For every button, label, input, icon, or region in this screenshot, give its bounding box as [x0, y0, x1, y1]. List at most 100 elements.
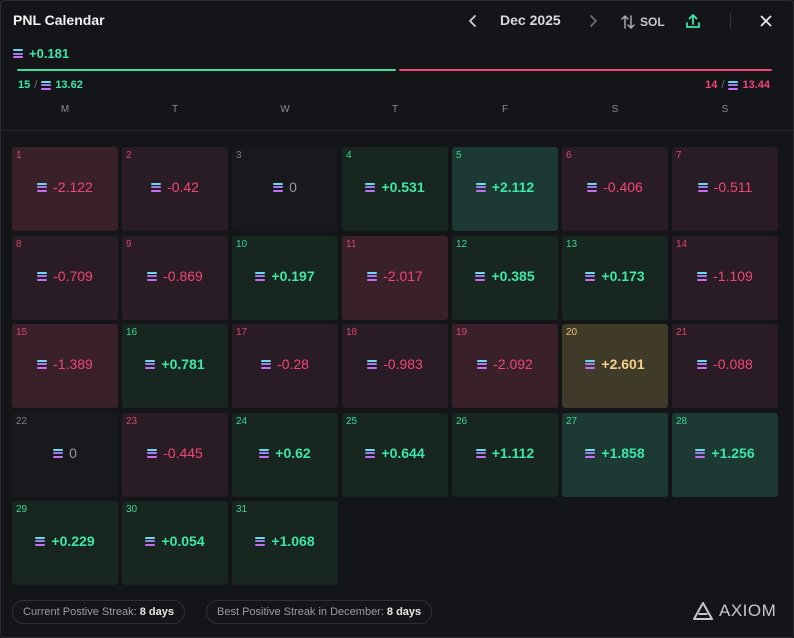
- sol-icon: [697, 182, 708, 192]
- calendar-day-cell[interactable]: 2 -0.42: [122, 147, 228, 231]
- day-pnl: -0.406: [562, 179, 668, 195]
- calendar-day-cell[interactable]: 23 -0.445: [122, 413, 228, 497]
- day-pnl-value: +0.781: [161, 356, 205, 372]
- calendar-day-cell[interactable]: 4 +0.531: [342, 147, 448, 231]
- day-pnl-value: +1.858: [601, 445, 645, 461]
- separator: /: [721, 79, 725, 91]
- calendar-day-cell[interactable]: 30 +0.054: [122, 501, 228, 585]
- day-number: 26: [456, 416, 468, 427]
- day-pnl-value: -2.092: [493, 356, 533, 372]
- calendar-day-cell[interactable]: 14 -1.109: [672, 236, 778, 320]
- day-number: 21: [676, 327, 688, 338]
- day-number: 20: [566, 327, 578, 338]
- current-streak-value: 8 days: [139, 606, 174, 618]
- day-pnl-value: -0.869: [163, 268, 203, 284]
- loss-days-count: 14: [705, 79, 718, 91]
- loss-stats: 14 / 13.44: [705, 79, 770, 91]
- sol-icon: [37, 271, 48, 281]
- day-pnl: +1.068: [232, 533, 338, 549]
- close-icon: [760, 15, 772, 27]
- share-button[interactable]: [684, 12, 702, 30]
- sol-icon: [475, 448, 486, 458]
- axiom-logo-icon: [693, 602, 713, 620]
- pnl-calendar-panel: PNL Calendar Dec 2025 SOL +0.181 15 / 13…: [0, 0, 794, 638]
- day-number: 7: [676, 150, 682, 161]
- weekday-wednesday: W: [280, 104, 290, 115]
- brand-logo: AXIOM: [693, 601, 776, 621]
- day-number: 11: [346, 239, 357, 250]
- day-pnl-value: -0.406: [603, 179, 643, 195]
- calendar-day-cell[interactable]: 28 +1.256: [672, 413, 778, 497]
- day-pnl: -0.42: [122, 179, 228, 195]
- day-pnl: -0.445: [122, 445, 228, 461]
- win-days-count: 15: [18, 79, 31, 91]
- brand-name: AXIOM: [719, 601, 777, 620]
- day-pnl: -2.017: [342, 268, 448, 284]
- day-pnl-value: +1.256: [711, 445, 755, 461]
- sol-icon: [255, 271, 266, 281]
- weekday-friday: F: [501, 104, 509, 115]
- next-month-button[interactable]: [585, 11, 601, 31]
- calendar-day-cell[interactable]: 8 -0.709: [12, 236, 118, 320]
- sol-icon: [475, 271, 486, 281]
- day-pnl-value: +0.197: [271, 268, 315, 284]
- calendar-day-cell[interactable]: 20 +2.601: [562, 324, 668, 408]
- calendar-day-cell[interactable]: 12 +0.385: [452, 236, 558, 320]
- close-button[interactable]: [758, 12, 774, 30]
- calendar-day-cell[interactable]: 18 -0.983: [342, 324, 448, 408]
- sol-icon: [261, 359, 272, 369]
- calendar-day-cell[interactable]: 29 +0.229: [12, 501, 118, 585]
- day-pnl: +1.112: [452, 445, 558, 461]
- calendar-day-cell[interactable]: 6 -0.406: [562, 147, 668, 231]
- calendar-day-cell[interactable]: 21 -0.088: [672, 324, 778, 408]
- day-pnl-value: +2.112: [491, 179, 535, 195]
- calendar-day-cell[interactable]: 30: [232, 147, 338, 231]
- sol-icon: [259, 448, 270, 458]
- sol-icon: [35, 536, 46, 546]
- calendar-day-cell[interactable]: 31 +1.068: [232, 501, 338, 585]
- calendar-day-cell[interactable]: 27 +1.858: [562, 413, 668, 497]
- day-pnl-value: -1.109: [713, 268, 753, 284]
- calendar-day-cell[interactable]: 1 -2.122: [12, 147, 118, 231]
- day-number: 25: [346, 416, 358, 427]
- day-number: 17: [236, 327, 248, 338]
- current-streak-badge: Current Postive Streak: 8 days: [12, 600, 185, 624]
- calendar-day-cell[interactable]: 17 -0.28: [232, 324, 338, 408]
- day-number: 29: [16, 504, 28, 515]
- header-divider: [730, 13, 731, 29]
- calendar-day-cell[interactable]: 16 +0.781: [122, 324, 228, 408]
- calendar-day-cell[interactable]: 25 +0.644: [342, 413, 448, 497]
- day-pnl: +0.62: [232, 445, 338, 461]
- currency-toggle-button[interactable]: SOL: [621, 12, 665, 32]
- calendar-day-cell[interactable]: 26 +1.112: [452, 413, 558, 497]
- day-pnl: +0.054: [122, 533, 228, 549]
- calendar-day-cell[interactable]: 19 -2.092: [452, 324, 558, 408]
- day-number: 5: [456, 150, 462, 161]
- day-pnl-value: -1.389: [53, 356, 93, 372]
- calendar-day-cell[interactable]: 11 -2.017: [342, 236, 448, 320]
- day-number: 22: [16, 416, 28, 427]
- calendar-day-cell[interactable]: 10 +0.197: [232, 236, 338, 320]
- day-pnl-value: +0.229: [51, 533, 95, 549]
- calendar-day-cell[interactable]: 5 +2.112: [452, 147, 558, 231]
- day-pnl: +1.256: [672, 445, 778, 461]
- calendar-day-cell[interactable]: 24 +0.62: [232, 413, 338, 497]
- day-pnl-value: +0.385: [491, 268, 535, 284]
- day-pnl: +0.197: [232, 268, 338, 284]
- day-number: 8: [16, 239, 22, 250]
- day-pnl: +1.858: [562, 445, 668, 461]
- day-number: 14: [676, 239, 688, 250]
- calendar-day-cell[interactable]: 15 -1.389: [12, 324, 118, 408]
- day-pnl: +2.112: [452, 179, 558, 195]
- calendar-day-cell[interactable]: 22 0: [12, 413, 118, 497]
- calendar-day-cell[interactable]: 7 -0.511: [672, 147, 778, 231]
- day-pnl-value: +0.173: [601, 268, 645, 284]
- calendar-day-cell[interactable]: 9 -0.869: [122, 236, 228, 320]
- sol-icon: [151, 182, 162, 192]
- calendar-day-cell[interactable]: 13 +0.173: [562, 236, 668, 320]
- previous-month-button[interactable]: [465, 11, 481, 31]
- loss-amount: 13.44: [742, 79, 770, 91]
- sol-icon: [695, 448, 706, 458]
- day-pnl: -0.869: [122, 268, 228, 284]
- day-number: 12: [456, 239, 468, 250]
